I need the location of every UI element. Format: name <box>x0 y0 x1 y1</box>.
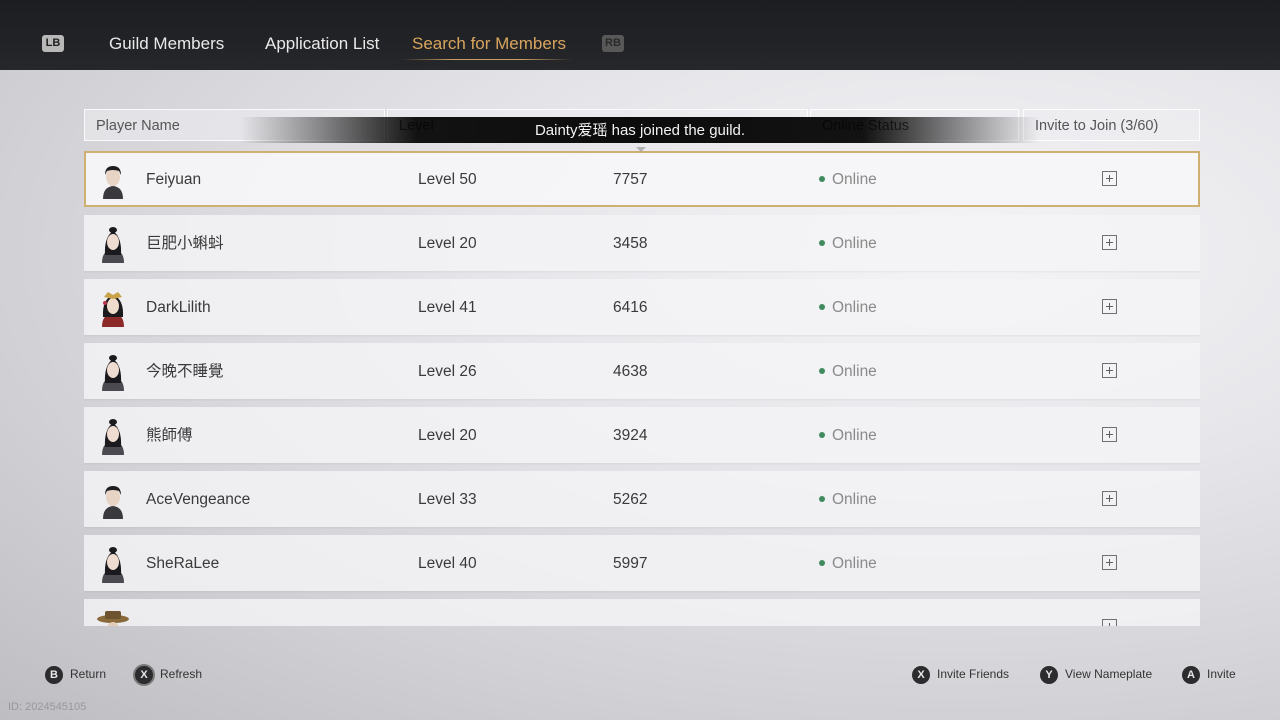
online-status-label: Online <box>832 491 877 508</box>
female-avatar <box>96 225 130 263</box>
online-status: Online <box>819 279 877 337</box>
status-dot-icon <box>819 176 825 182</box>
table-row[interactable]: 巨肥小蝌蚪 Level 20 3458 Online <box>84 215 1200 271</box>
table-row[interactable]: SheRaLee Level 40 5997 Online <box>84 535 1200 591</box>
return-hint[interactable]: B Return <box>45 664 106 684</box>
player-level: Level 26 <box>418 363 477 380</box>
online-status: Online <box>819 151 877 209</box>
table-row[interactable]: AceVengeance Level 33 5262 Online <box>84 471 1200 527</box>
invite-plus-button[interactable] <box>1102 299 1117 314</box>
top-tab-bar: LB Guild Members Application List Search… <box>0 0 1280 70</box>
view-nameplate-label: View Nameplate <box>1065 667 1153 681</box>
invite-plus-button[interactable] <box>1102 555 1117 570</box>
invite-friends-label: Invite Friends <box>937 667 1010 681</box>
rb-bumper-icon[interactable]: RB <box>602 35 624 52</box>
online-status-label: Online <box>832 299 877 316</box>
invite-friends-hint[interactable]: X Invite Friends <box>912 664 1009 684</box>
tab-guild-members[interactable]: Guild Members <box>109 34 224 54</box>
online-status: Online <box>819 535 877 593</box>
table-row[interactable]: 今晚不睡覺 Level 26 4638 Online <box>84 343 1200 399</box>
invite-plus-button[interactable] <box>1102 235 1117 250</box>
player-level: Level 20 <box>418 427 477 444</box>
invite-plus-button[interactable] <box>1102 491 1117 506</box>
status-dot-icon <box>819 560 825 566</box>
player-power: 6416 <box>613 299 648 316</box>
player-level: Level 33 <box>418 491 477 508</box>
guild-join-toast: Dainty爱瑶 has joined the guild. <box>240 117 1040 143</box>
player-name: DarkLilith <box>146 299 211 316</box>
player-name: AceVengeance <box>146 491 251 508</box>
player-level: Level 20 <box>418 235 477 252</box>
x-button-icon: X <box>135 665 153 684</box>
player-power: 3924 <box>613 427 648 444</box>
female-avatar <box>96 545 130 583</box>
male-avatar <box>96 161 130 199</box>
hat-avatar <box>96 609 130 626</box>
player-level: Level 40 <box>418 555 477 572</box>
tab-application-list[interactable]: Application List <box>265 34 379 54</box>
view-nameplate-hint[interactable]: Y View Nameplate <box>1040 664 1152 684</box>
player-power: 7757 <box>613 171 648 188</box>
status-dot-icon <box>819 496 825 502</box>
table-row-partial[interactable] <box>84 599 1200 626</box>
online-status-label: Online <box>832 427 877 444</box>
header-invite-to-join: Invite to Join (3/60) <box>1023 109 1200 141</box>
player-name: 今晚不睡覺 <box>146 363 224 380</box>
refresh-hint[interactable]: X Refresh <box>135 664 202 684</box>
player-name: 巨肥小蝌蚪 <box>146 235 224 252</box>
female-avatar <box>96 353 130 391</box>
table-row[interactable]: Feiyuan Level 50 7757 Online <box>84 151 1200 207</box>
online-status: Online <box>819 343 877 401</box>
online-status-label: Online <box>832 555 877 572</box>
status-dot-icon <box>819 432 825 438</box>
online-status-label: Online <box>832 363 877 380</box>
ornate-female-avatar <box>96 289 130 327</box>
invite-plus-button[interactable] <box>1102 427 1117 442</box>
user-id-watermark: ID: 2024545105 <box>8 701 87 713</box>
active-tab-underline <box>402 59 572 60</box>
player-level: Level 50 <box>418 171 477 188</box>
invite-plus-button[interactable] <box>1102 363 1117 378</box>
return-label: Return <box>70 667 107 681</box>
tab-search-for-members[interactable]: Search for Members <box>412 34 566 54</box>
member-search-list[interactable]: Feiyuan Level 50 7757 Online 巨肥小蝌蚪 Level… <box>84 151 1200 626</box>
status-dot-icon <box>819 368 825 374</box>
online-status-label: Online <box>832 171 877 188</box>
table-row[interactable]: DarkLilith Level 41 6416 Online <box>84 279 1200 335</box>
x-button-icon: X <box>912 665 930 684</box>
player-power: 3458 <box>613 235 648 252</box>
status-dot-icon <box>819 304 825 310</box>
online-status-label: Online <box>832 235 877 252</box>
player-power: 5262 <box>613 491 648 508</box>
refresh-label: Refresh <box>160 667 203 681</box>
online-status: Online <box>819 471 877 529</box>
player-level: Level 41 <box>418 299 477 316</box>
female-avatar <box>96 417 130 455</box>
online-status: Online <box>819 407 877 465</box>
invite-hint[interactable]: A Invite <box>1182 664 1236 684</box>
player-power: 4638 <box>613 363 648 380</box>
table-row[interactable]: 熊師傅 Level 20 3924 Online <box>84 407 1200 463</box>
a-button-icon: A <box>1182 665 1200 684</box>
b-button-icon: B <box>45 665 63 684</box>
player-name: Feiyuan <box>146 171 202 188</box>
player-name: 熊師傅 <box>146 427 193 444</box>
invite-plus-button[interactable] <box>1102 619 1117 626</box>
male-avatar <box>96 481 130 519</box>
y-button-icon: Y <box>1040 665 1058 684</box>
lb-bumper-icon[interactable]: LB <box>42 35 64 52</box>
invite-plus-button[interactable] <box>1102 171 1117 186</box>
player-power: 5997 <box>613 555 648 572</box>
toast-pointer-icon <box>636 147 646 152</box>
status-dot-icon <box>819 240 825 246</box>
invite-label: Invite <box>1207 667 1236 681</box>
online-status: Online <box>819 215 877 273</box>
player-name: SheRaLee <box>146 555 220 572</box>
